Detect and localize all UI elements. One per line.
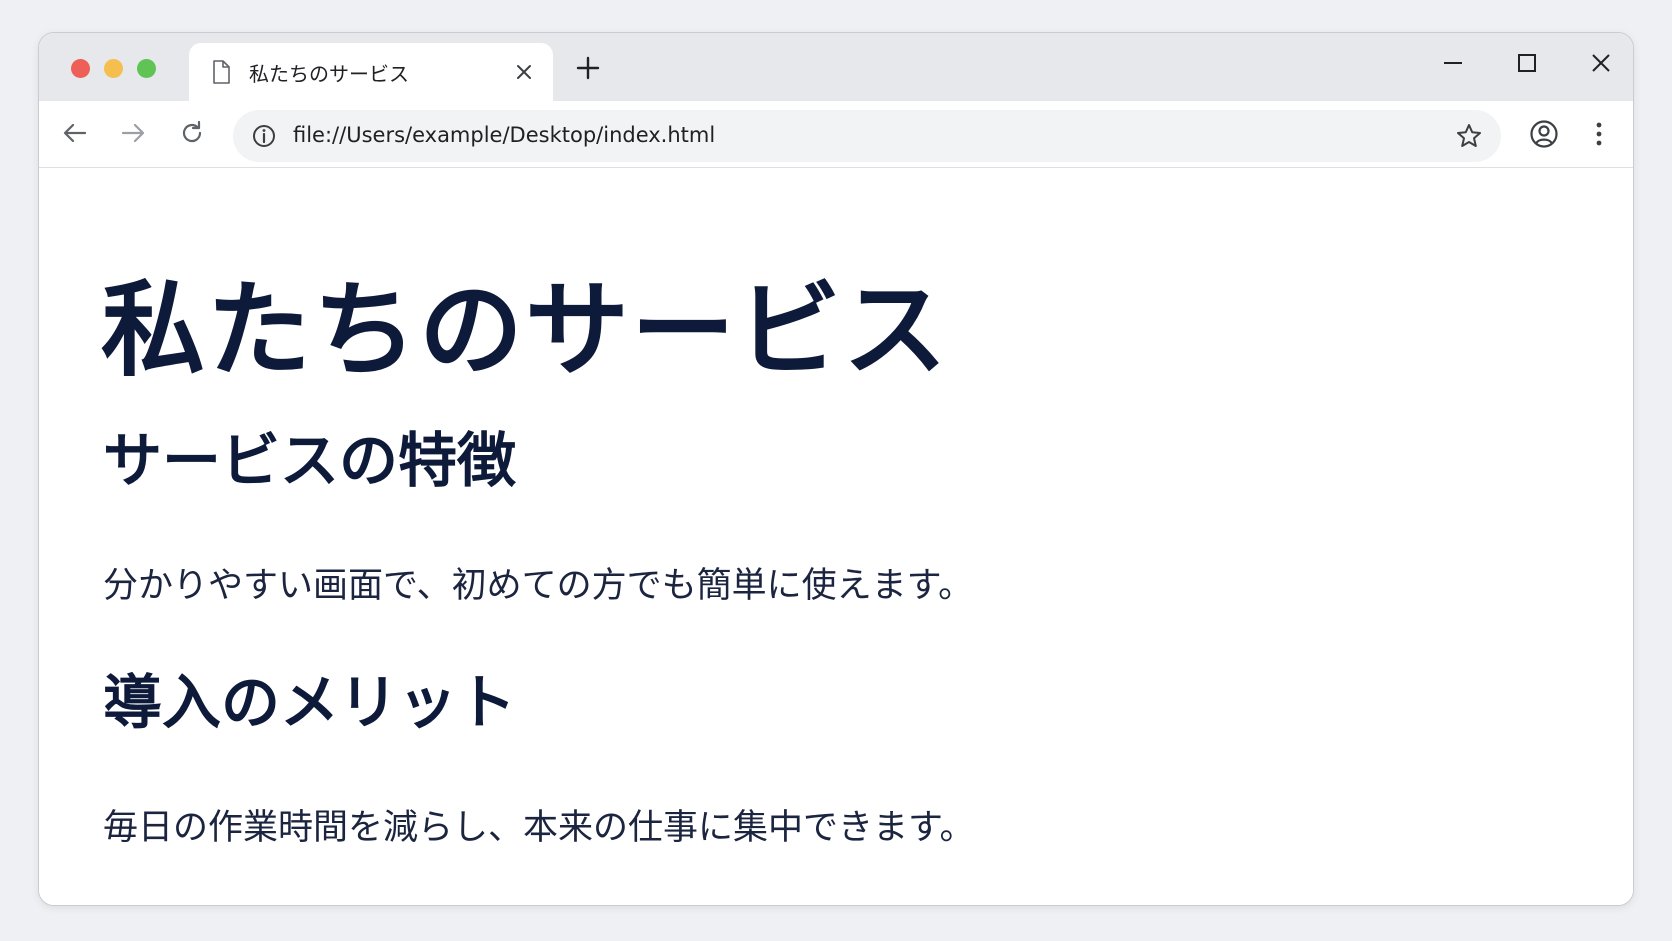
star-icon[interactable]: [1455, 122, 1483, 150]
tab-strip: 私たちのサービス: [39, 33, 1633, 101]
close-window-dot[interactable]: [71, 59, 90, 78]
browser-window: 私たちのサービス file://Users/example/Desktop/in…: [38, 32, 1634, 906]
zoom-window-dot[interactable]: [137, 59, 156, 78]
back-arrow-icon[interactable]: [61, 119, 89, 147]
more-menu-icon[interactable]: [1591, 119, 1607, 149]
section-text-benefits: 毎日の作業時間を減らし、本来の仕事に集中できます。: [103, 808, 975, 848]
reload-icon[interactable]: [178, 119, 206, 147]
close-icon[interactable]: [515, 63, 533, 81]
info-icon[interactable]: [251, 123, 277, 149]
page-content: 私たちのサービス サービスの特徴 分かりやすい画面で、初めての方でも簡単に使えま…: [39, 169, 1633, 905]
profile-icon[interactable]: [1529, 119, 1559, 149]
section-text-features: 分かりやすい画面で、初めての方でも簡単に使えます。: [103, 566, 974, 606]
maximize-icon[interactable]: [1515, 51, 1539, 75]
tab-title: 私たちのサービス: [249, 62, 409, 86]
tab-active[interactable]: 私たちのサービス: [189, 43, 553, 101]
forward-arrow-icon[interactable]: [119, 119, 147, 147]
window-traffic-lights: [71, 59, 156, 78]
plus-icon[interactable]: [575, 55, 601, 81]
address-bar[interactable]: file://Users/example/Desktop/index.html: [233, 110, 1501, 162]
minimize-window-dot[interactable]: [104, 59, 123, 78]
section-heading-benefits: 導入のメリット: [103, 668, 517, 737]
window-close-icon[interactable]: [1589, 51, 1613, 75]
minimize-icon[interactable]: [1441, 51, 1465, 75]
section-heading-features: サービスの特徴: [103, 426, 517, 495]
document-icon: [211, 60, 231, 84]
page-title: 私たちのサービス: [101, 269, 950, 391]
browser-toolbar: file://Users/example/Desktop/index.html: [39, 101, 1633, 168]
url-text[interactable]: file://Users/example/Desktop/index.html: [293, 123, 715, 147]
